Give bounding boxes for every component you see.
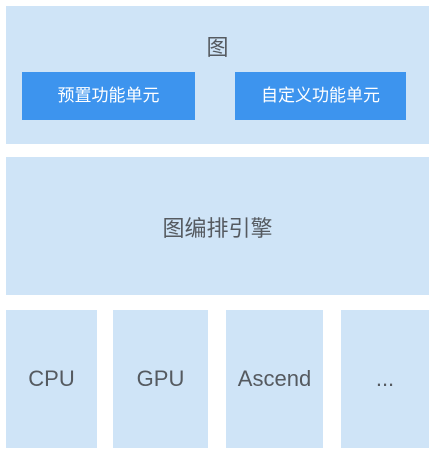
- graph-orchestration-engine-panel: 图编排引擎: [6, 157, 429, 295]
- hardware-box-gpu: GPU: [113, 310, 208, 448]
- graph-layer-title: 图: [206, 36, 229, 61]
- hardware-label-more: ...: [375, 366, 395, 391]
- hardware-box-more: ...: [341, 310, 429, 448]
- preset-function-unit-box: 预置功能单元: [22, 72, 195, 120]
- hardware-box-ascend: Ascend: [226, 310, 323, 448]
- graph-layer-panel: 图 预置功能单元 自定义功能单元: [6, 6, 429, 144]
- hardware-label-ascend: Ascend: [237, 366, 312, 391]
- hardware-box-cpu: CPU: [6, 310, 97, 448]
- custom-function-unit-box: 自定义功能单元: [235, 72, 406, 120]
- hardware-label-cpu: CPU: [28, 366, 75, 391]
- engine-layer-title: 图编排引擎: [162, 217, 273, 242]
- hardware-label-gpu: GPU: [136, 366, 185, 391]
